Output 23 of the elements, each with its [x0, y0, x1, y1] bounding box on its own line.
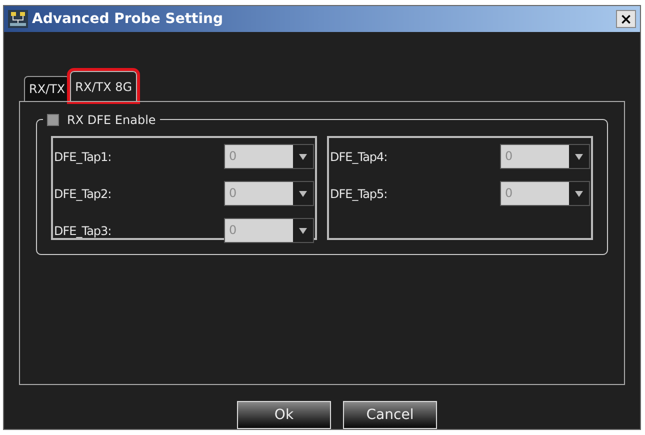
dropdown-value: 0 — [228, 148, 238, 166]
field-label: DFE_Tap4: — [330, 148, 388, 166]
close-button[interactable]: × — [616, 10, 636, 28]
dropdown-value: 0 — [504, 148, 514, 166]
dropdown-value: 0 — [228, 222, 238, 240]
caret-icon — [575, 154, 583, 160]
caret-icon — [299, 190, 307, 197]
caret-icon — [299, 228, 307, 234]
field-label: DFE_Tap3: — [54, 222, 112, 240]
window-title: Advanced Probe Setting — [32, 10, 224, 29]
dropdown-value: 0 — [504, 185, 514, 202]
checkbox-label: RX DFE Enable — [67, 112, 156, 130]
caret-icon — [299, 154, 307, 160]
field-label: DFE_Tap5: — [330, 186, 388, 203]
dropdown-value: 0 — [228, 185, 238, 202]
checkbox[interactable] — [47, 114, 59, 126]
field-label: DFE_Tap2: — [54, 186, 112, 203]
dialog-button[interactable]: Ok — [237, 401, 331, 430]
caret-icon — [575, 190, 583, 197]
tab[interactable]: RX/TX 8G — [70, 71, 138, 102]
dialog-button[interactable]: Cancel — [343, 401, 437, 430]
network-icon — [8, 10, 28, 28]
field-label: DFE_Tap1: — [54, 148, 112, 166]
